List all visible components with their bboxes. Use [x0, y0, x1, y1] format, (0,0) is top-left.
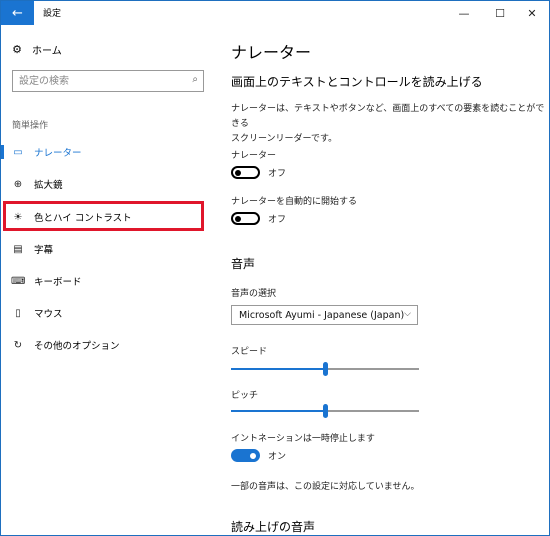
active-indicator	[1, 145, 4, 159]
gear-icon: ⚙	[12, 42, 22, 56]
toggle-state: オフ	[268, 169, 287, 179]
toggle-state: オン	[268, 452, 287, 462]
close-button[interactable]: ✕	[515, 1, 549, 25]
intonation-toggle[interactable]	[231, 449, 260, 462]
captions-icon: ▤	[13, 243, 23, 255]
toggle-knob	[250, 452, 256, 459]
slider-track	[325, 368, 419, 370]
description-line: スクリーンリーダーです。	[231, 134, 338, 144]
slider-thumb[interactable]	[323, 362, 328, 376]
search-box[interactable]: ⌕	[12, 70, 204, 92]
navigation-pane: ⚙ ホーム ⌕ 簡単操作 ▭ ナレーター ⊕ 拡大鏡 ☀ 色とハイ コントラスト…	[1, 25, 211, 535]
narrator-icon: ▭	[13, 146, 23, 158]
voice-section-heading: 音声	[231, 257, 256, 271]
search-icon: ⌕	[192, 74, 198, 85]
sidebar-item-mouse[interactable]: ▯ マウス	[1, 302, 209, 324]
speed-slider[interactable]	[231, 362, 419, 376]
narrator-toggle-row: オフ	[231, 166, 286, 179]
autostart-toggle-row: オフ	[231, 212, 286, 225]
sidebar-item-label: キーボード	[34, 277, 82, 288]
slider-track-filled	[231, 368, 325, 370]
toggle-knob	[235, 215, 241, 222]
magnifier-icon: ⊕	[13, 178, 23, 190]
sidebar-item-keyboard[interactable]: ⌨ キーボード	[1, 270, 209, 292]
settings-window: ← 設定 — ☐ ✕ ⚙ ホーム ⌕ 簡単操作 ▭ ナレーター ⊕ 拡	[0, 0, 550, 536]
pitch-label: ピッチ	[231, 391, 259, 401]
search-input[interactable]	[19, 73, 179, 89]
intonation-toggle-row: オン	[231, 449, 286, 462]
note-text: 一部の音声は、この設定に対応していません。	[231, 482, 420, 492]
slider-thumb[interactable]	[323, 404, 328, 418]
refresh-icon: ↻	[13, 339, 23, 351]
highlight-annotation-box	[3, 201, 204, 231]
sidebar-item-label: ナレーター	[34, 148, 82, 159]
voice-select-value: Microsoft Ayumi - Japanese (Japan)	[239, 309, 405, 321]
window-title: 設定	[43, 9, 62, 19]
speed-label: スピード	[231, 347, 268, 357]
toggle-knob	[235, 169, 241, 176]
slider-track	[325, 410, 419, 412]
title-bar: ← 設定 — ☐ ✕	[1, 1, 549, 25]
reading-voice-section-heading: 読み上げの音声	[231, 520, 316, 534]
narrator-toggle-label: ナレーター	[231, 151, 277, 161]
description-line: ナレーターは、テキストやボタンなど、画面上のすべての要素を読むことができる	[231, 104, 545, 129]
keyboard-icon: ⌨	[11, 275, 26, 287]
slider-track-filled	[231, 410, 325, 412]
autostart-toggle-label: ナレーターを自動的に開始する	[231, 197, 358, 207]
autostart-toggle[interactable]	[231, 212, 260, 225]
sidebar-item-home[interactable]: ⚙ ホーム	[11, 41, 62, 57]
sidebar-item-label: 拡大鏡	[34, 180, 63, 191]
toggle-state: オフ	[268, 215, 287, 225]
sidebar-item-label: 字幕	[34, 245, 54, 256]
sidebar-item-label: ホーム	[32, 45, 62, 57]
minimize-icon: —	[458, 6, 470, 20]
sidebar-item-magnifier[interactable]: ⊕ 拡大鏡	[1, 173, 209, 195]
voice-select[interactable]: Microsoft Ayumi - Japanese (Japan) ⌵	[231, 305, 418, 325]
content-pane: ナレーター 画面上のテキストとコントロールを読み上げる ナレーターは、テキストや…	[231, 25, 549, 535]
section-label: 簡単操作	[12, 121, 49, 131]
description-text: ナレーターは、テキストやボタンなど、画面上のすべての要素を読むことができる スク…	[231, 102, 549, 147]
pitch-slider[interactable]	[231, 404, 419, 418]
mouse-icon: ▯	[15, 307, 21, 319]
close-icon: ✕	[527, 6, 537, 20]
narrator-toggle[interactable]	[231, 166, 260, 179]
maximize-icon: ☐	[495, 6, 505, 20]
sidebar-item-label: マウス	[34, 309, 63, 320]
back-button[interactable]: ←	[1, 1, 34, 25]
intonation-toggle-label: イントネーションは一時停止します	[231, 434, 375, 444]
section-subtitle: 画面上のテキストとコントロールを読み上げる	[231, 75, 483, 89]
page-title: ナレーター	[231, 43, 312, 62]
sidebar-item-label: その他のオプション	[34, 341, 120, 352]
maximize-button[interactable]: ☐	[483, 1, 517, 25]
minimize-button[interactable]: —	[447, 1, 481, 25]
sidebar-item-captions[interactable]: ▤ 字幕	[1, 238, 209, 260]
voice-select-label: 音声の選択	[231, 289, 277, 299]
back-arrow-icon: ←	[12, 5, 23, 21]
sidebar-item-narrator[interactable]: ▭ ナレーター	[1, 141, 209, 163]
sidebar-item-other-options[interactable]: ↻ その他のオプション	[1, 334, 209, 356]
chevron-down-icon: ⌵	[404, 309, 411, 319]
